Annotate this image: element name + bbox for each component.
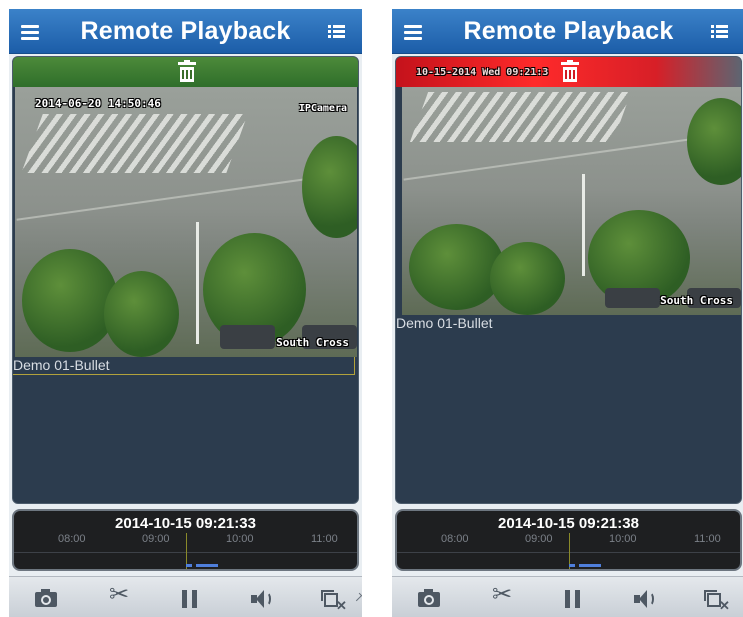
camera-icon[interactable]: [33, 587, 61, 611]
playback-area: 2014-06-20 14:50:46 IPCamera South Cross…: [12, 56, 359, 504]
video-window[interactable]: 2014-06-20 14:50:46 IPCamera South Cross: [15, 87, 357, 357]
header-bar: Remote Playback: [9, 9, 362, 54]
bottom-toolbar: ✂ ✕: [9, 576, 362, 617]
device-list-icon[interactable]: [328, 23, 350, 41]
pause-icon[interactable]: [560, 587, 588, 611]
osd-timestamp: 10-15-2014 Wed 09:21:3: [416, 67, 549, 78]
phone-screen-left: Remote Playback 2014-06-20 14:50:46 IPCa…: [9, 9, 362, 617]
video-window-dragging[interactable]: South Cross: [402, 87, 741, 315]
timeline-tick: 10:00: [609, 533, 637, 545]
timeline-datetime: 2014-10-15 09:21:38: [498, 515, 639, 532]
osd-camera-name: IPCamera: [298, 103, 347, 114]
osd-timestamp: 2014-06-20 14:50:46: [35, 97, 161, 110]
record-segment: [569, 564, 575, 567]
playback-area: 10-15-2014 Wed 09:21:3 South Cross Demo …: [395, 56, 742, 504]
device-list-icon[interactable]: [711, 23, 733, 41]
timeline-tick: 08:00: [58, 533, 86, 545]
chevron-right-icon[interactable]: [353, 592, 362, 602]
timeline-tick: 09:00: [142, 533, 170, 545]
speaker-icon[interactable]: [249, 587, 277, 611]
delete-drop-zone[interactable]: [13, 57, 358, 87]
pause-icon[interactable]: [177, 587, 205, 611]
phone-screen-right: Remote Playback 10-15-2014 Wed 09:21:3 S…: [392, 9, 743, 617]
record-segment: [579, 564, 601, 567]
timeline-tick: 08:00: [441, 533, 469, 545]
playback-timeline[interactable]: 2014-10-15 09:21:33 08:00 09:00 10:00 11…: [12, 509, 359, 571]
delete-drop-zone[interactable]: 10-15-2014 Wed 09:21:3: [396, 57, 741, 87]
scissors-icon[interactable]: ✂: [488, 583, 516, 611]
trash-icon: [560, 60, 579, 82]
speaker-icon[interactable]: [632, 587, 660, 611]
camera-label: Demo 01-Bullet: [396, 315, 493, 331]
osd-location: South Cross: [276, 336, 349, 349]
camera-label: Demo 01-Bullet: [13, 357, 355, 375]
timeline-tick: 10:00: [226, 533, 254, 545]
timeline-tick: 11:00: [694, 533, 721, 545]
playback-timeline[interactable]: 2014-10-15 09:21:38 08:00 09:00 10:00 11…: [395, 509, 742, 571]
timeline-tick: 11:00: [311, 533, 338, 545]
osd-location: South Cross: [660, 294, 733, 307]
close-window-icon[interactable]: ✕: [700, 587, 730, 612]
page-title: Remote Playback: [80, 17, 291, 45]
header-bar: Remote Playback: [392, 9, 743, 54]
scissors-icon[interactable]: ✂: [105, 583, 133, 611]
close-window-icon[interactable]: ✕: [317, 587, 347, 612]
camera-icon[interactable]: [416, 587, 444, 611]
trash-icon: [177, 60, 196, 82]
bottom-toolbar: ✂ ✕: [392, 576, 743, 617]
page-title: Remote Playback: [463, 17, 674, 45]
timeline-tick: 09:00: [525, 533, 553, 545]
record-segment: [186, 564, 192, 567]
timeline-datetime: 2014-10-15 09:21:33: [115, 515, 256, 532]
record-segment: [196, 564, 218, 567]
